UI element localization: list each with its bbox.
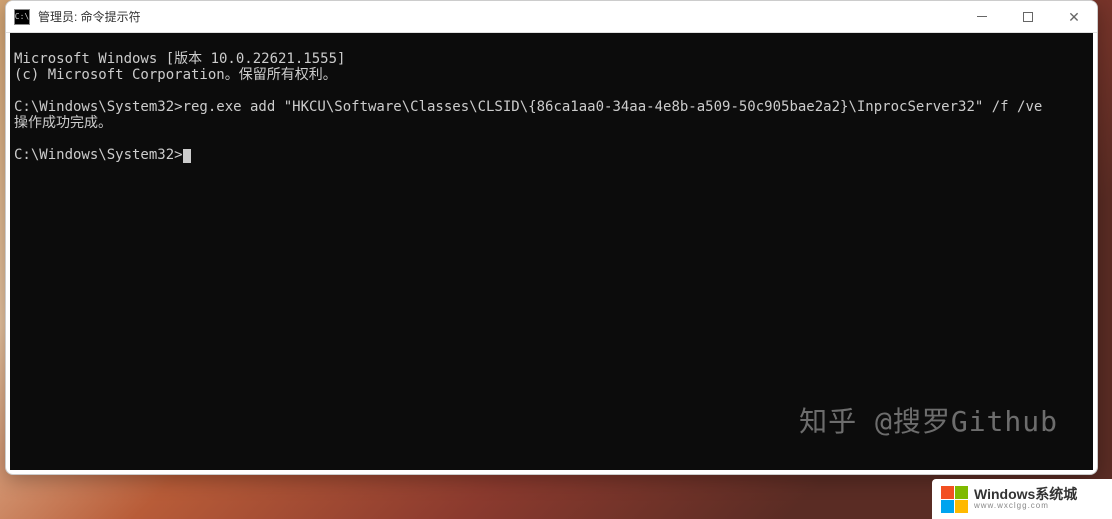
site-logo-watermark: Windows系统城 www.wxclgg.com — [932, 479, 1112, 519]
close-icon: ✕ — [1068, 10, 1080, 24]
terminal-line: 操作成功完成。 — [14, 115, 112, 131]
terminal-output[interactable]: Microsoft Windows [版本 10.0.22621.1555] (… — [10, 33, 1093, 470]
logo-square — [941, 500, 954, 513]
minimize-icon — [977, 16, 987, 17]
terminal-line: C:\Windows\System32>reg.exe add "HKCU\So… — [14, 99, 1042, 115]
window-title: 管理员: 命令提示符 — [38, 8, 959, 25]
logo-square — [955, 500, 968, 513]
logo-text: Windows系统城 www.wxclgg.com — [974, 487, 1077, 511]
command-prompt-window: C:\ 管理员: 命令提示符 ✕ Microsoft Windows [版本 1… — [5, 0, 1098, 475]
logo-square — [955, 486, 968, 499]
titlebar[interactable]: C:\ 管理员: 命令提示符 ✕ — [6, 1, 1097, 33]
logo-url: www.wxclgg.com — [974, 502, 1077, 511]
window-controls: ✕ — [959, 1, 1097, 32]
logo-square — [941, 486, 954, 499]
cursor — [183, 149, 191, 163]
terminal-prompt: C:\Windows\System32> — [14, 147, 183, 163]
maximize-icon — [1023, 12, 1033, 22]
logo-title: Windows系统城 — [974, 487, 1077, 502]
terminal-line: (c) Microsoft Corporation。保留所有权利。 — [14, 67, 337, 83]
maximize-button[interactable] — [1005, 1, 1051, 32]
terminal-line: Microsoft Windows [版本 10.0.22621.1555] — [14, 51, 345, 67]
zhihu-watermark: 知乎 @搜罗Github — [799, 414, 1058, 430]
minimize-button[interactable] — [959, 1, 1005, 32]
close-button[interactable]: ✕ — [1051, 1, 1097, 32]
windows-logo-icon — [940, 485, 968, 513]
cmd-icon: C:\ — [14, 9, 30, 25]
